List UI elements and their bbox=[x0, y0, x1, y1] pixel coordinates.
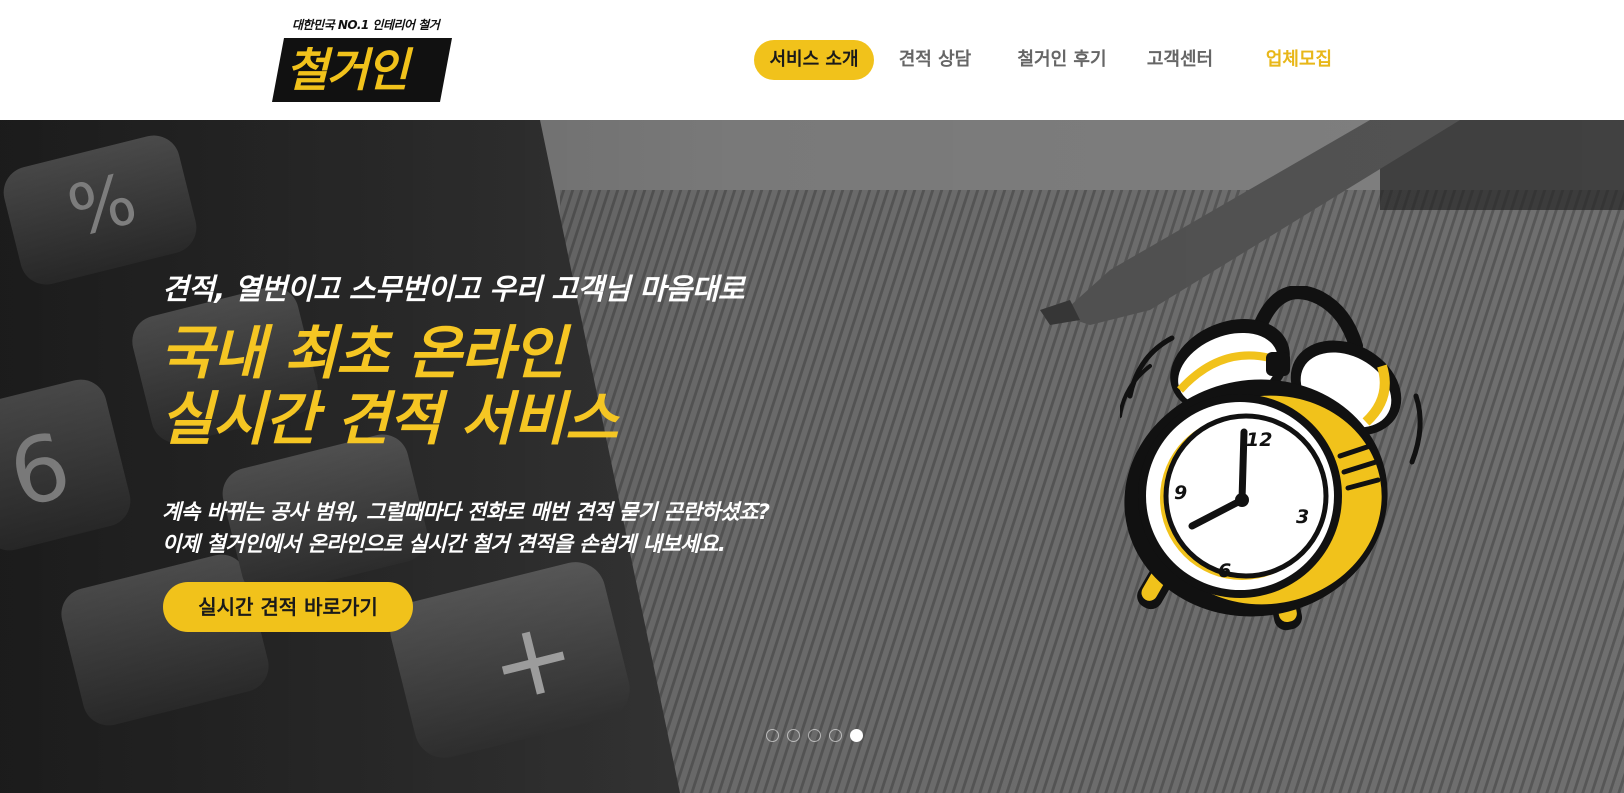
clock-number-9: 9 bbox=[1174, 482, 1187, 504]
nav-item-customer-center[interactable]: 고객센터 bbox=[1135, 40, 1225, 80]
clock-number-12: 12 bbox=[1246, 429, 1272, 451]
slider-dot-5[interactable] bbox=[850, 729, 863, 742]
hero-heading-line2: 실시간 견적 서비스 bbox=[160, 385, 618, 453]
hero-description-line1: 계속 바뀌는 공사 범위, 그럴때마다 전화로 매번 견적 묻기 곤란하셨죠? bbox=[162, 500, 770, 524]
hero-description-line2: 이제 철거인에서 온라인으로 실시간 철거 견적을 손쉽게 내보세요. bbox=[162, 532, 726, 556]
clock-number-6: 6 bbox=[1218, 560, 1231, 582]
site-logo[interactable]: 대한민국 NO.1 인테리어 철거 철거인 bbox=[272, 16, 460, 102]
realtime-estimate-button[interactable]: 실시간 견적 바로가기 bbox=[163, 582, 413, 632]
nav-item-estimate-consult[interactable]: 견적 상담 bbox=[885, 40, 985, 80]
slider-dot-1[interactable] bbox=[766, 729, 779, 742]
slider-dot-4[interactable] bbox=[829, 729, 842, 742]
hero-heading: 국내 최초 온라인 실시간 견적 서비스 bbox=[160, 319, 618, 453]
hero-subheading: 견적, 열번이고 스무번이고 우리 고객님 마음대로 bbox=[162, 272, 745, 306]
nav-item-partner-recruit[interactable]: 업체모집 bbox=[1254, 40, 1344, 80]
logo-mark: 철거인 bbox=[272, 38, 452, 102]
slider-dot-3[interactable] bbox=[808, 729, 821, 742]
hero-heading-line1: 국내 최초 온라인 bbox=[160, 319, 566, 387]
nav-item-reviews[interactable]: 철거인 후기 bbox=[1007, 40, 1117, 80]
logo-name: 철거인 bbox=[286, 43, 409, 97]
hero-description: 계속 바뀌는 공사 범위, 그럴때마다 전화로 매번 견적 묻기 곤란하셨죠? … bbox=[162, 496, 770, 560]
nav-item-service-intro[interactable]: 서비스 소개 bbox=[754, 40, 874, 80]
alarm-clock-icon: 12 3 6 9 bbox=[1120, 286, 1423, 631]
logo-tagline: 대한민국 NO.1 인테리어 철거 bbox=[292, 18, 440, 32]
clock-number-3: 3 bbox=[1296, 506, 1309, 528]
hero-slider: % 6 + 견적, 열번이고 스무번이고 우리 고객님 마음대로 국내 최초 온… bbox=[0, 120, 1624, 793]
slider-dot-2[interactable] bbox=[787, 729, 800, 742]
site-header: 대한민국 NO.1 인테리어 철거 철거인 서비스 소개 견적 상담 철거인 후… bbox=[0, 0, 1624, 120]
